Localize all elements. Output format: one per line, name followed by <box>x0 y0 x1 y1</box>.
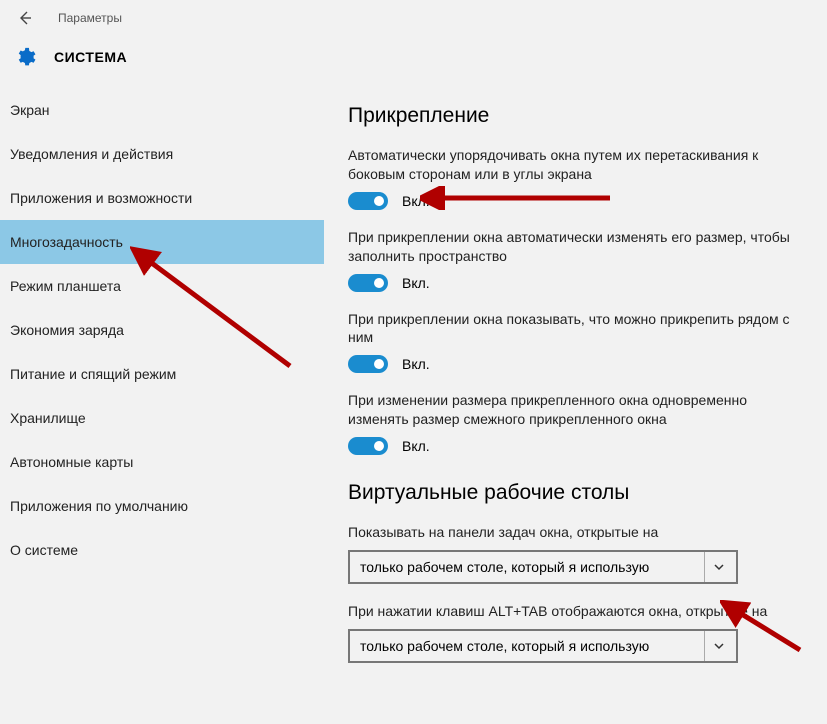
setting-desc-2: При прикреплении окна показывать, что мо… <box>348 310 807 348</box>
toggle-switch-0[interactable] <box>348 192 388 210</box>
sidebar-item-10[interactable]: О системе <box>0 528 324 572</box>
section-title-snap: Прикрепление <box>348 104 807 128</box>
taskbar-windows-dropdown[interactable]: только рабочем столе, который я использу… <box>348 550 738 584</box>
sidebar-item-5[interactable]: Экономия заряда <box>0 308 324 352</box>
chevron-down-icon <box>704 631 732 661</box>
chevron-down-icon <box>704 552 732 582</box>
alttab-windows-dropdown[interactable]: только рабочем столе, который я использу… <box>348 629 738 663</box>
toggle-switch-2[interactable] <box>348 355 388 373</box>
gear-icon <box>14 46 36 68</box>
alttab-windows-label: При нажатии клавиш ALT+TAB отображаются … <box>348 602 807 621</box>
toggle-switch-3[interactable] <box>348 437 388 455</box>
toggle-state-2: Вкл. <box>402 356 430 372</box>
toggle-state-3: Вкл. <box>402 438 430 454</box>
back-button[interactable] <box>18 11 32 25</box>
toggle-switch-1[interactable] <box>348 274 388 292</box>
setting-desc-3: При изменении размера прикрепленного окн… <box>348 391 807 429</box>
sidebar-item-4[interactable]: Режим планшета <box>0 264 324 308</box>
sidebar-item-0[interactable]: Экран <box>0 88 324 132</box>
dropdown-value: только рабочем столе, который я использу… <box>360 559 649 575</box>
sidebar-item-6[interactable]: Питание и спящий режим <box>0 352 324 396</box>
sidebar-item-7[interactable]: Хранилище <box>0 396 324 440</box>
setting-desc-0: Автоматически упорядочивать окна путем и… <box>348 146 807 184</box>
sidebar-item-1[interactable]: Уведомления и действия <box>0 132 324 176</box>
section-title-virtual-desktops: Виртуальные рабочие столы <box>348 481 807 505</box>
sidebar-item-2[interactable]: Приложения и возможности <box>0 176 324 220</box>
toggle-state-1: Вкл. <box>402 275 430 291</box>
sidebar: ЭкранУведомления и действияПриложения и … <box>0 88 324 722</box>
sidebar-item-8[interactable]: Автономные карты <box>0 440 324 484</box>
sidebar-item-3[interactable]: Многозадачность <box>0 220 324 264</box>
sidebar-item-9[interactable]: Приложения по умолчанию <box>0 484 324 528</box>
toggle-state-0: Вкл. <box>402 193 430 209</box>
header: СИСТЕМА <box>0 36 827 88</box>
dropdown-value: только рабочем столе, который я использу… <box>360 638 649 654</box>
window-title: Параметры <box>58 11 122 25</box>
taskbar-windows-label: Показывать на панели задач окна, открыты… <box>348 523 807 542</box>
page-title: СИСТЕМА <box>54 49 127 65</box>
main-panel: Прикрепление Автоматически упорядочивать… <box>324 88 827 722</box>
setting-desc-1: При прикреплении окна автоматически изме… <box>348 228 807 266</box>
titlebar: Параметры <box>0 0 827 36</box>
